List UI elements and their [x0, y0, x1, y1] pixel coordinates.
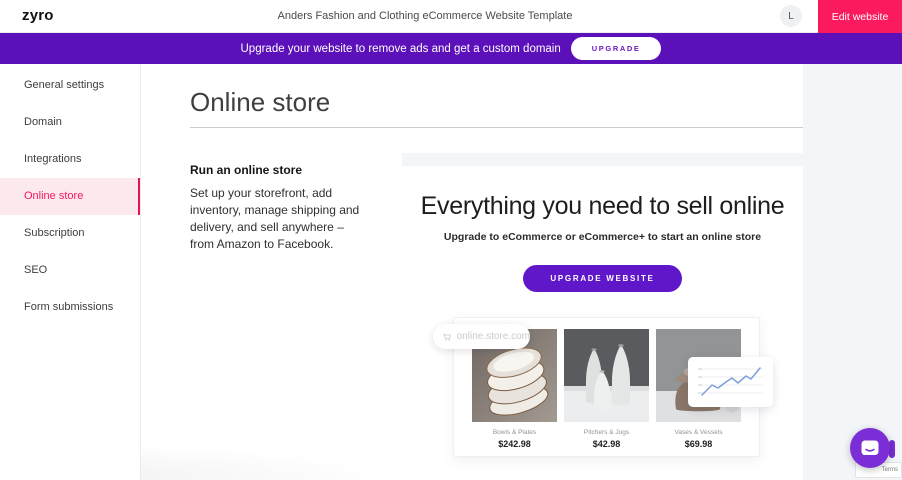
site-template-title: Anders Fashion and Clothing eCommerce We…	[0, 10, 850, 22]
upgrade-banner: Upgrade your website to remove ads and g…	[0, 33, 902, 64]
user-avatar[interactable]: L	[780, 5, 802, 27]
line-chart-illustration	[694, 363, 767, 401]
product-name: Pitchers & Jugs	[564, 429, 649, 436]
product-price: $69.98	[656, 439, 741, 449]
right-gutter-panel	[803, 64, 902, 480]
sidebar-item-domain[interactable]: Domain	[0, 104, 140, 141]
store-url-pill: online.store.com	[433, 324, 530, 349]
upgrade-banner-button[interactable]: UPGRADE	[571, 37, 662, 60]
sidebar-item-online-store[interactable]: Online store	[0, 178, 140, 215]
chat-launcher-button[interactable]	[850, 428, 890, 468]
product-price: $42.98	[564, 439, 649, 449]
sidebar-item-seo[interactable]: SEO	[0, 252, 140, 289]
page-title: Online store	[190, 87, 330, 118]
store-url-text: online.store.com	[457, 331, 530, 342]
promo-heading: Everything you need to sell online	[402, 192, 803, 221]
promo-top-band	[402, 153, 803, 166]
upgrade-website-button[interactable]: UPGRADE WEBSITE	[523, 265, 681, 292]
sidebar-item-integrations[interactable]: Integrations	[0, 141, 140, 178]
analytics-chart-card	[688, 357, 773, 407]
product-image-pitchers	[564, 329, 649, 422]
product-name: Vases & Vessels	[656, 429, 741, 436]
edit-website-button[interactable]: Edit website	[818, 0, 902, 33]
chat-bubble-icon	[860, 439, 880, 458]
sidebar-item-subscription[interactable]: Subscription	[0, 215, 140, 252]
product-name: Bowls & Plates	[472, 429, 557, 436]
product-price: $242.98	[472, 439, 557, 449]
settings-sidebar: General settings Domain Integrations Onl…	[0, 64, 141, 480]
sidebar-item-general-settings[interactable]: General settings	[0, 67, 140, 104]
shopping-cart-icon	[442, 331, 452, 343]
upgrade-banner-text: Upgrade your website to remove ads and g…	[241, 43, 561, 55]
top-header: zyro Anders Fashion and Clothing eCommer…	[0, 0, 902, 33]
section-heading: Run an online store	[190, 163, 302, 177]
ecommerce-promo-card: Everything you need to sell online Upgra…	[402, 166, 803, 464]
title-divider	[190, 127, 803, 128]
promo-subtext: Upgrade to eCommerce or eCommerce+ to st…	[402, 231, 803, 243]
section-description: Set up your storefront, add inventory, m…	[190, 185, 362, 253]
sidebar-item-form-submissions[interactable]: Form submissions	[0, 289, 140, 326]
terms-link[interactable]: Terms	[882, 467, 898, 473]
product-card-pitchers: Pitchers & Jugs $42.98	[564, 329, 649, 449]
